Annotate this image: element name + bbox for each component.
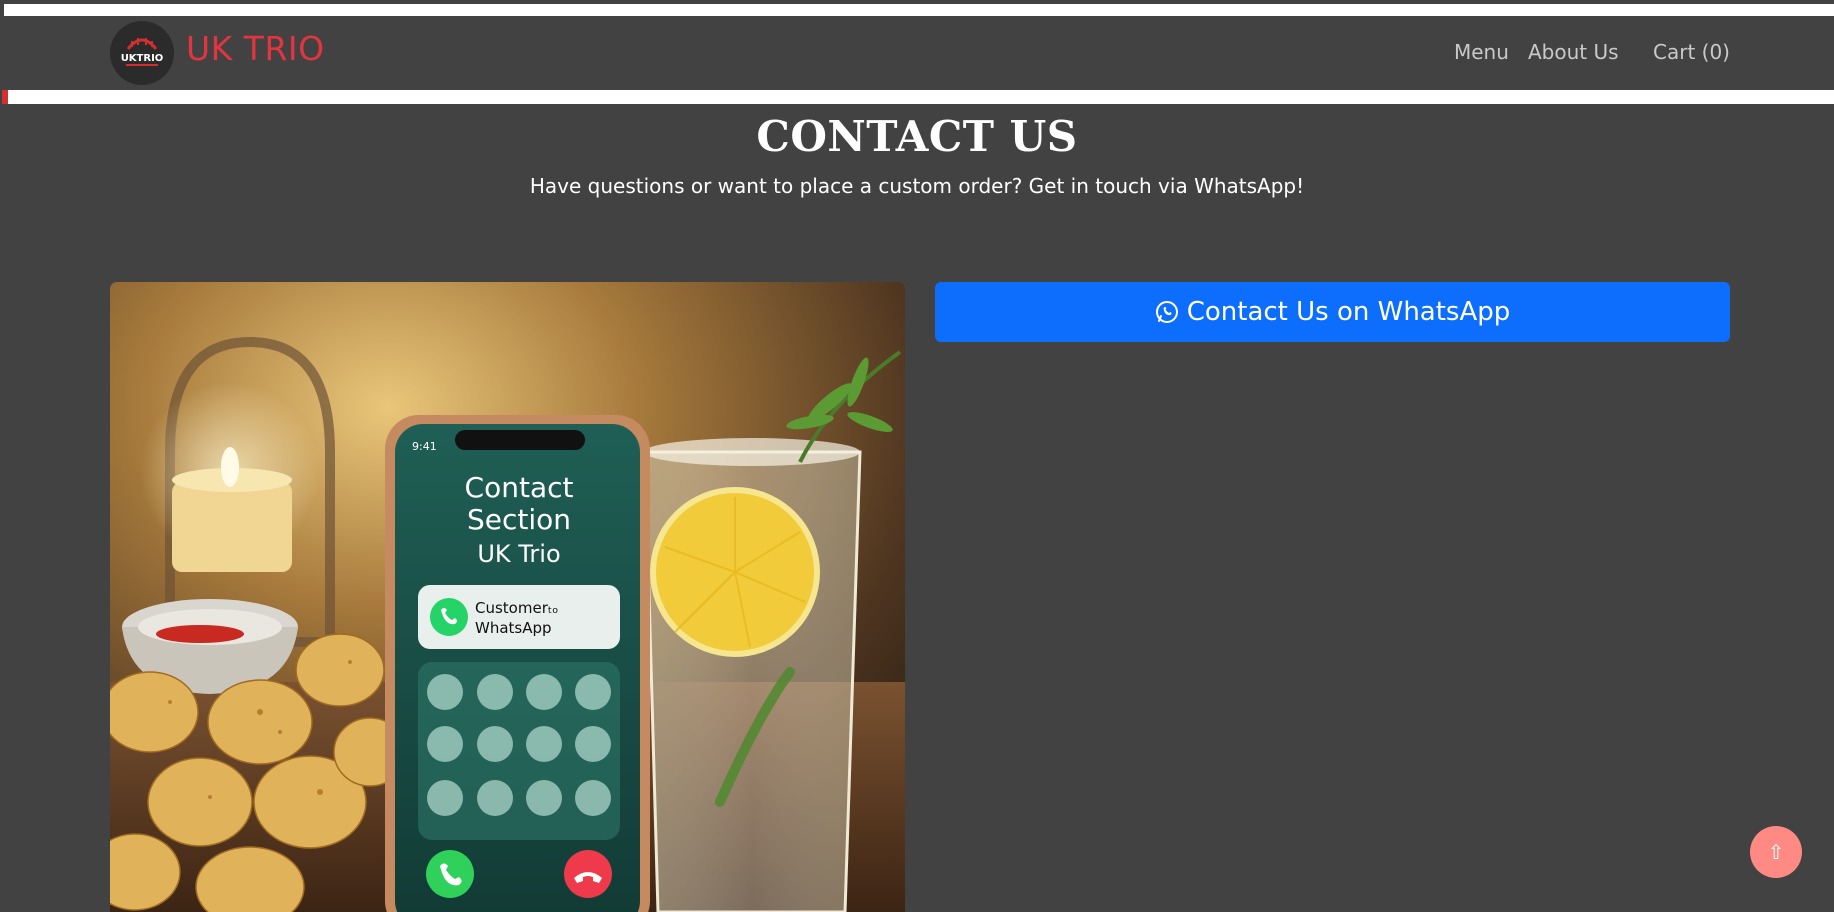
phone-screen-line-3: UK Trio	[477, 540, 560, 568]
whatsapp-icon	[1155, 300, 1179, 324]
bottom-stripe	[2, 90, 1834, 104]
brand-name[interactable]: UK TRIO	[186, 29, 325, 68]
logo-icon: UKTRIO	[112, 23, 172, 83]
hero-illustration: 9:41 Contact Section UK Trio Customerₜₒ …	[110, 282, 905, 912]
phone-status-time: 9:41	[412, 440, 437, 453]
navbar: UKTRIO UK TRIO Menu About Us Cart (0)	[2, 16, 1834, 90]
whatsapp-contact-label: Contact Us on WhatsApp	[1186, 297, 1511, 327]
phone-screen-line-1: Contact	[465, 471, 574, 504]
hero-image: 9:41 Contact Section UK Trio Customerₜₒ …	[110, 282, 905, 912]
phone-card-line-2: WhatsApp	[475, 619, 552, 637]
bottom-stripe-red	[2, 90, 8, 104]
top-stripe	[0, 0, 1834, 16]
scroll-to-top-button[interactable]: ⇧	[1750, 826, 1802, 878]
whatsapp-contact-button[interactable]: Contact Us on WhatsApp	[935, 282, 1730, 342]
logo-text: UKTRIO	[121, 53, 164, 64]
page-title: CONTACT US	[756, 112, 1078, 161]
nav-link-cart[interactable]: Cart (0)	[1653, 40, 1730, 64]
arrow-up-icon: ⇧	[1767, 841, 1785, 864]
top-stripe-white	[4, 4, 1834, 16]
phone-screen-line-2: Section	[467, 503, 571, 536]
nav-link-about-us[interactable]: About Us	[1528, 40, 1619, 64]
brand-logo[interactable]: UKTRIO	[110, 21, 174, 85]
nav-link-menu[interactable]: Menu	[1454, 40, 1509, 64]
page-subtitle: Have questions or want to place a custom…	[529, 174, 1305, 198]
phone-card-line-1: Customerₜₒ	[475, 599, 559, 617]
